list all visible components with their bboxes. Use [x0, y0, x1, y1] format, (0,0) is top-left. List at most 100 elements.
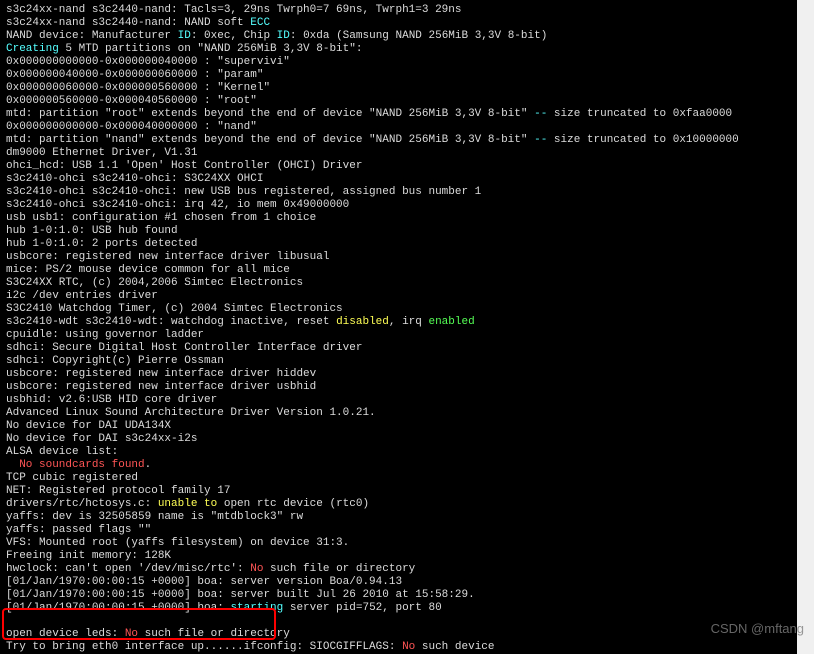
terminal-line: Freeing init memory: 128K — [6, 550, 791, 563]
text-segment: usbcore: registered new interface driver… — [6, 251, 329, 263]
terminal-line: mtd: partition "nand" extends beyond the… — [6, 134, 791, 147]
terminal-line: hub 1-0:1.0: USB hub found — [6, 225, 791, 238]
terminal-line: open device leds: No such file or direct… — [6, 628, 791, 641]
terminal-line: sdhci: Copyright(c) Pierre Ossman — [6, 355, 791, 368]
terminal-line: sdhci: Secure Digital Host Controller In… — [6, 342, 791, 355]
terminal-line: Creating 5 MTD partitions on "NAND 256Mi… — [6, 43, 791, 56]
terminal-line: cpuidle: using governor ladder — [6, 329, 791, 342]
text-segment: No — [402, 641, 415, 653]
terminal-line: 0x000000000000-0x000040000000 : "nand" — [6, 121, 791, 134]
text-segment: mtd: partition "root" extends beyond the… — [6, 108, 534, 120]
text-segment: [01/Jan/1970:00:00:15 +0000] boa: — [6, 602, 230, 614]
text-segment: dm9000 Ethernet Driver, V1.31 — [6, 147, 197, 159]
terminal-line: No soundcards found. — [6, 459, 791, 472]
text-segment: Creating — [6, 43, 59, 55]
text-segment: ECC — [250, 17, 270, 29]
text-segment: ID — [178, 30, 191, 42]
text-segment: NAND device: Manufacturer — [6, 30, 178, 42]
terminal-line: i2c /dev entries driver — [6, 290, 791, 303]
terminal-line: hwclock: can't open '/dev/misc/rtc': No … — [6, 563, 791, 576]
terminal-line: mice: PS/2 mouse device common for all m… — [6, 264, 791, 277]
terminal-line: 0x000000040000-0x000000060000 : "param" — [6, 69, 791, 82]
terminal-line: S3C24XX RTC, (c) 2004,2006 Simtec Electr… — [6, 277, 791, 290]
terminal-line: No device for DAI UDA134X — [6, 420, 791, 433]
text-segment: Advanced Linux Sound Architecture Driver… — [6, 407, 376, 419]
text-segment: No soundcards found — [19, 459, 144, 471]
terminal-line: TCP cubic registered — [6, 472, 791, 485]
terminal-line: [01/Jan/1970:00:00:15 +0000] boa: server… — [6, 589, 791, 602]
terminal-line: Advanced Linux Sound Architecture Driver… — [6, 407, 791, 420]
text-segment: -- — [534, 134, 547, 146]
text-segment: [01/Jan/1970:00:00:15 +0000] boa: server… — [6, 576, 402, 588]
text-segment: yaffs: passed flags "" — [6, 524, 151, 536]
text-segment: ohci_hcd: USB 1.1 'Open' Host Controller… — [6, 160, 362, 172]
text-segment: s3c2410-ohci s3c2410-ohci: irq 42, io me… — [6, 199, 349, 211]
text-segment: s3c24xx-nand s3c2440-nand: NAND soft — [6, 17, 250, 29]
terminal-line: 0x000000560000-0x000040560000 : "root" — [6, 95, 791, 108]
text-segment: mice: PS/2 mouse device common for all m… — [6, 264, 290, 276]
text-segment: No device for DAI UDA134X — [6, 420, 171, 432]
terminal-line: yaffs: passed flags "" — [6, 524, 791, 537]
text-segment: s3c2410-wdt s3c2410-wdt: watchdog inacti… — [6, 316, 336, 328]
text-segment: NET: Registered protocol family 17 — [6, 485, 230, 497]
text-segment: 0x000000000000-0x000040000000 : "nand" — [6, 121, 257, 133]
text-segment: [01/Jan/1970:00:00:15 +0000] boa: server… — [6, 589, 475, 601]
text-segment: No — [125, 628, 138, 640]
text-segment: -- — [534, 108, 547, 120]
text-segment: size truncated to 0xfaa0000 — [547, 108, 732, 120]
text-segment: Freeing init memory: 128K — [6, 550, 171, 562]
terminal-line: usbcore: registered new interface driver… — [6, 251, 791, 264]
text-segment: S3C24XX RTC, (c) 2004,2006 Simtec Electr… — [6, 277, 303, 289]
terminal-line: yaffs: dev is 32505859 name is "mtdblock… — [6, 511, 791, 524]
text-segment: disabled — [336, 316, 389, 328]
terminal-line: s3c2410-wdt s3c2410-wdt: watchdog inacti… — [6, 316, 791, 329]
text-segment: sdhci: Secure Digital Host Controller In… — [6, 342, 362, 354]
terminal-line: 0x000000000000-0x000000040000 : "supervi… — [6, 56, 791, 69]
terminal-line: usbcore: registered new interface driver… — [6, 368, 791, 381]
text-segment: ID — [277, 30, 290, 42]
text-segment: Try to bring eth0 interface up......ifco… — [6, 641, 402, 653]
text-segment: usbhid: v2.6:USB HID core driver — [6, 394, 217, 406]
text-segment: 0x000000000000-0x000000040000 : "supervi… — [6, 56, 290, 68]
terminal-line: usbhid: v2.6:USB HID core driver — [6, 394, 791, 407]
terminal-line: S3C2410 Watchdog Timer, (c) 2004 Simtec … — [6, 303, 791, 316]
text-segment: usb usb1: configuration #1 chosen from 1… — [6, 212, 316, 224]
text-segment: 0x000000060000-0x000000560000 : "Kernel" — [6, 82, 270, 94]
text-segment: such file or directory — [263, 563, 415, 575]
text-segment: i2c /dev entries driver — [6, 290, 158, 302]
text-segment: open rtc device (rtc0) — [217, 498, 369, 510]
text-segment: ALSA device list: — [6, 446, 118, 458]
text-segment: S3C2410 Watchdog Timer, (c) 2004 Simtec … — [6, 303, 343, 315]
text-segment: , irq — [389, 316, 429, 328]
terminal-line: usbcore: registered new interface driver… — [6, 381, 791, 394]
terminal-line: s3c24xx-nand s3c2440-nand: NAND soft ECC — [6, 17, 791, 30]
terminal-line: No device for DAI s3c24xx-i2s — [6, 433, 791, 446]
terminal-line: mtd: partition "root" extends beyond the… — [6, 108, 791, 121]
text-segment: hwclock: can't open '/dev/misc/rtc': — [6, 563, 250, 575]
text-segment: 0x000000560000-0x000040560000 : "root" — [6, 95, 257, 107]
text-segment: : 0xda (Samsung NAND 256MiB 3,3V 8-bit) — [290, 30, 547, 42]
text-segment: yaffs: dev is 32505859 name is "mtdblock… — [6, 511, 303, 523]
terminal-line: NAND device: Manufacturer ID: 0xec, Chip… — [6, 30, 791, 43]
text-segment: such device — [415, 641, 494, 653]
text-segment: No device for DAI s3c24xx-i2s — [6, 433, 197, 445]
text-segment: hub 1-0:1.0: 2 ports detected — [6, 238, 197, 250]
text-segment: sdhci: Copyright(c) Pierre Ossman — [6, 355, 224, 367]
text-segment: hub 1-0:1.0: USB hub found — [6, 225, 178, 237]
text-segment: . — [145, 459, 152, 471]
terminal-line: 0x000000060000-0x000000560000 : "Kernel" — [6, 82, 791, 95]
terminal-line: hub 1-0:1.0: 2 ports detected — [6, 238, 791, 251]
text-segment: unable to — [158, 498, 217, 510]
text-segment: s3c2410-ohci s3c2410-ohci: new USB bus r… — [6, 186, 481, 198]
terminal-line: s3c2410-ohci s3c2410-ohci: irq 42, io me… — [6, 199, 791, 212]
terminal-line: NET: Registered protocol family 17 — [6, 485, 791, 498]
terminal-line — [6, 615, 791, 628]
text-segment: s3c2410-ohci s3c2410-ohci: S3C24XX OHCI — [6, 173, 263, 185]
terminal-line: s3c2410-ohci s3c2410-ohci: S3C24XX OHCI — [6, 173, 791, 186]
text-segment: size truncated to 0x10000000 — [547, 134, 738, 146]
terminal-line: ohci_hcd: USB 1.1 'Open' Host Controller… — [6, 160, 791, 173]
terminal-output[interactable]: s3c24xx-nand s3c2440-nand: Tacls=3, 29ns… — [0, 0, 797, 654]
terminal-line: [01/Jan/1970:00:00:15 +0000] boa: server… — [6, 576, 791, 589]
text-segment: cpuidle: using governor ladder — [6, 329, 204, 341]
terminal-line: s3c24xx-nand s3c2440-nand: Tacls=3, 29ns… — [6, 4, 791, 17]
